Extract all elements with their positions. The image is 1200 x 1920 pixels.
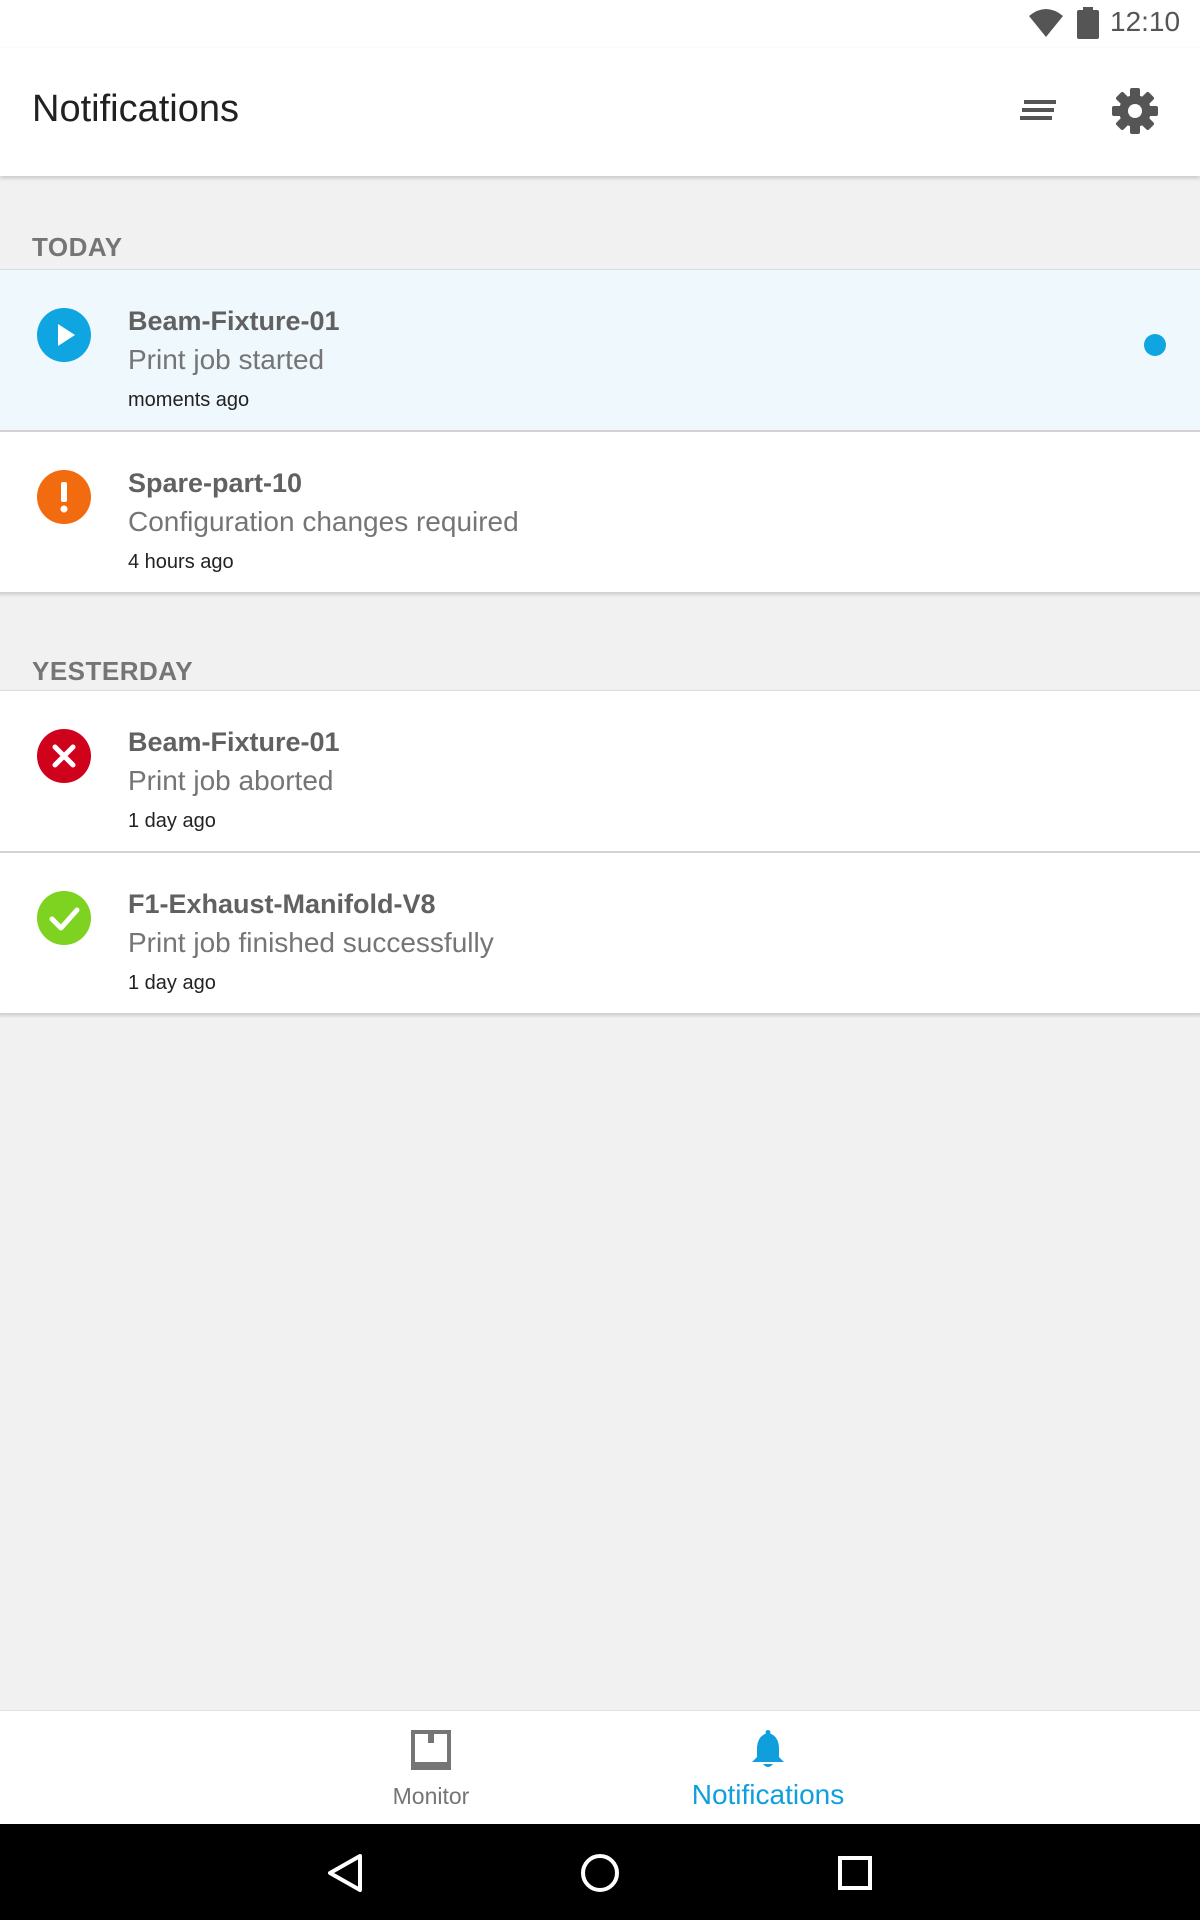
nav-monitor-label: Monitor xyxy=(392,1783,470,1809)
notification-title: Beam-Fixture-01 xyxy=(128,727,340,757)
notification-time: 1 day ago xyxy=(128,972,216,994)
notification-message: Print job started xyxy=(128,344,325,375)
system-navigation-bar xyxy=(0,1824,1200,1920)
section-header-yesterday: YESTERDAY xyxy=(0,594,1200,691)
notification-time: 4 hours ago xyxy=(128,551,234,573)
notification-list: TODAY Beam-Fixture-01 Print job started … xyxy=(0,176,1200,1015)
app-bar: Notifications xyxy=(0,48,1200,176)
section-header-today: TODAY xyxy=(0,176,1200,270)
notification-message: Configuration changes required xyxy=(128,506,519,537)
filter-list-icon[interactable] xyxy=(1016,88,1064,136)
nav-notifications-label: Notifications xyxy=(691,1779,845,1810)
notification-time: moments ago xyxy=(128,389,250,411)
notification-time: 1 day ago xyxy=(128,810,216,832)
notification-message: Print job finished successfully xyxy=(128,927,494,958)
nav-monitor[interactable]: Monitor xyxy=(311,1711,551,1825)
notification-item[interactable]: Beam-Fixture-01 Print job aborted 1 day … xyxy=(0,691,1200,853)
play-circle-icon xyxy=(37,308,91,362)
wifi-icon xyxy=(1029,9,1063,37)
home-icon[interactable] xyxy=(575,1848,625,1898)
notification-item[interactable]: Spare-part-10 Configuration changes requ… xyxy=(0,432,1200,594)
recents-icon[interactable] xyxy=(830,1848,880,1898)
notification-item[interactable]: F1-Exhaust-Manifold-V8 Print job finishe… xyxy=(0,853,1200,1015)
notification-title: F1-Exhaust-Manifold-V8 xyxy=(128,889,436,919)
check-circle-icon xyxy=(37,891,91,945)
notification-item[interactable]: Beam-Fixture-01 Print job started moment… xyxy=(0,270,1200,432)
notification-message: Print job aborted xyxy=(128,765,334,796)
error-circle-icon xyxy=(37,729,91,783)
bell-icon xyxy=(752,1730,784,1767)
unread-indicator xyxy=(1144,334,1166,356)
notification-title: Spare-part-10 xyxy=(128,468,303,498)
battery-icon xyxy=(1077,7,1099,39)
status-clock: 12:10 xyxy=(1110,6,1181,37)
bottom-navigation: Monitor Notifications xyxy=(0,1710,1200,1824)
warning-circle-icon xyxy=(37,470,91,524)
page-title: Notifications xyxy=(32,88,239,130)
notification-title: Beam-Fixture-01 xyxy=(128,306,340,336)
printer-frame-icon xyxy=(411,1730,451,1770)
back-icon[interactable] xyxy=(320,1848,370,1898)
settings-gear-icon[interactable] xyxy=(1110,86,1160,136)
nav-notifications[interactable]: Notifications xyxy=(648,1711,888,1825)
status-bar: 12:10 xyxy=(0,0,1200,48)
